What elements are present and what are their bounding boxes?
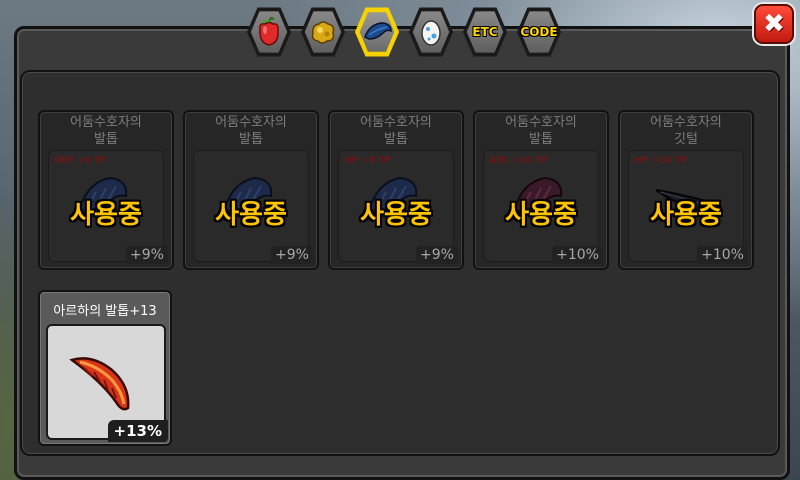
tab-code-label: CODE: [520, 25, 558, 39]
owned-item-slot[interactable]: 아르하의 발톱+13 +13%: [38, 290, 172, 446]
bonus-percent: +9%: [271, 246, 313, 264]
tab-egg[interactable]: [408, 6, 454, 58]
item-stat: ATK +10 TP: [489, 156, 548, 166]
bonus-percent: +10%: [697, 246, 748, 264]
blue-feather-icon: [364, 22, 392, 40]
in-use-label: 사용중: [215, 200, 287, 230]
equipped-slot-2[interactable]: 어둠수호자의 발톱 사용중 +9%: [183, 110, 319, 270]
red-fruit-icon: [259, 17, 279, 46]
tab-etc-label: ETC: [472, 25, 498, 39]
equipped-slot-1[interactable]: 어둠수호자의 발톱 DEF +9 TP 사용중 +9%: [38, 110, 174, 270]
egg-icon: [421, 20, 441, 46]
in-use-label: 사용중: [70, 200, 142, 230]
in-use-label: 사용중: [650, 200, 722, 230]
tab-feather[interactable]: [354, 6, 400, 58]
gold-nugget-icon: [311, 21, 335, 44]
tab-code[interactable]: CODE: [516, 6, 562, 58]
red-claw-icon: [69, 357, 130, 411]
close-button[interactable]: ✖: [754, 4, 794, 44]
item-name: 아르하의 발톱+13: [53, 304, 157, 319]
item-name: 어둠수호자의 발톱: [505, 115, 577, 147]
item-stat: HP +9 TP: [344, 156, 391, 166]
bonus-percent: +10%: [552, 246, 603, 264]
in-use-label: 사용중: [505, 200, 577, 230]
close-icon: ✖: [763, 9, 785, 39]
item-name: 어둠수호자의 발톱: [215, 115, 287, 147]
equipped-slot-5[interactable]: 어둠수호자의 깃털 HP +10 TP 사용중 +10%: [618, 110, 754, 270]
equipped-slot-4[interactable]: 어둠수호자의 발톱 ATK +10 TP 사용중 +10%: [473, 110, 609, 270]
item-stat: DEF +9 TP: [54, 156, 107, 166]
bonus-percent: +13%: [107, 420, 168, 442]
bonus-percent: +9%: [126, 246, 168, 264]
bonus-percent: +9%: [416, 246, 458, 264]
tab-etc[interactable]: ETC: [462, 6, 508, 58]
category-tabs: ETC CODE: [246, 6, 562, 62]
item-name: 어둠수호자의 깃털: [650, 115, 722, 147]
item-name: 어둠수호자의 발톱: [70, 115, 142, 147]
in-use-label: 사용중: [360, 200, 432, 230]
tab-gold[interactable]: [300, 6, 346, 58]
tab-fruit[interactable]: [246, 6, 292, 58]
item-stat: HP +10 TP: [634, 156, 688, 166]
equipped-slot-3[interactable]: 어둠수호자의 발톱 HP +9 TP 사용중 +9%: [328, 110, 464, 270]
item-name: 어둠수호자의 발톱: [360, 115, 432, 147]
